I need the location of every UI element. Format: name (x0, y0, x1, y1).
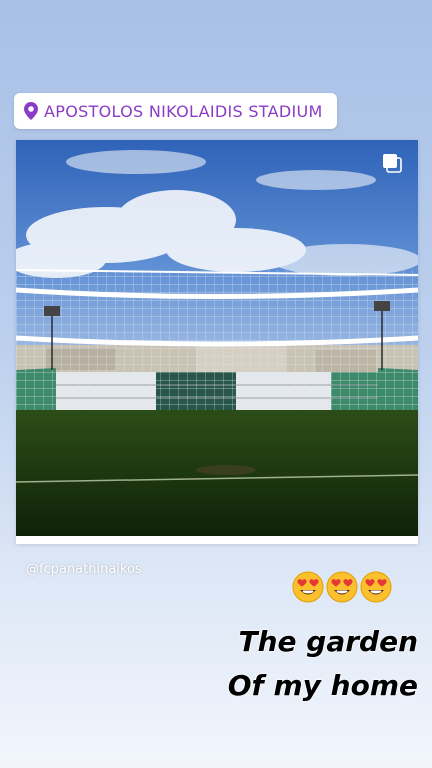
heart-eyes-emoji-icon (326, 571, 358, 603)
caption-line-2: Of my home (227, 669, 418, 703)
location-sticker[interactable]: APOSTOLOS NIKOLAIDIS STADIUM (14, 93, 337, 129)
post-card[interactable] (16, 140, 418, 544)
story-caption: The garden Of my home (227, 620, 418, 708)
post-username[interactable]: @fcpanathinaikos (26, 562, 142, 577)
caption-line-1: The garden (238, 625, 418, 659)
location-pin-icon (24, 102, 38, 120)
heart-eyes-emoji-icon (292, 571, 324, 603)
location-label: APOSTOLOS NIKOLAIDIS STADIUM (44, 101, 323, 121)
heart-eyes-emoji-icon (360, 571, 392, 603)
emoji-reaction (292, 571, 392, 603)
stadium-photo (16, 140, 418, 536)
